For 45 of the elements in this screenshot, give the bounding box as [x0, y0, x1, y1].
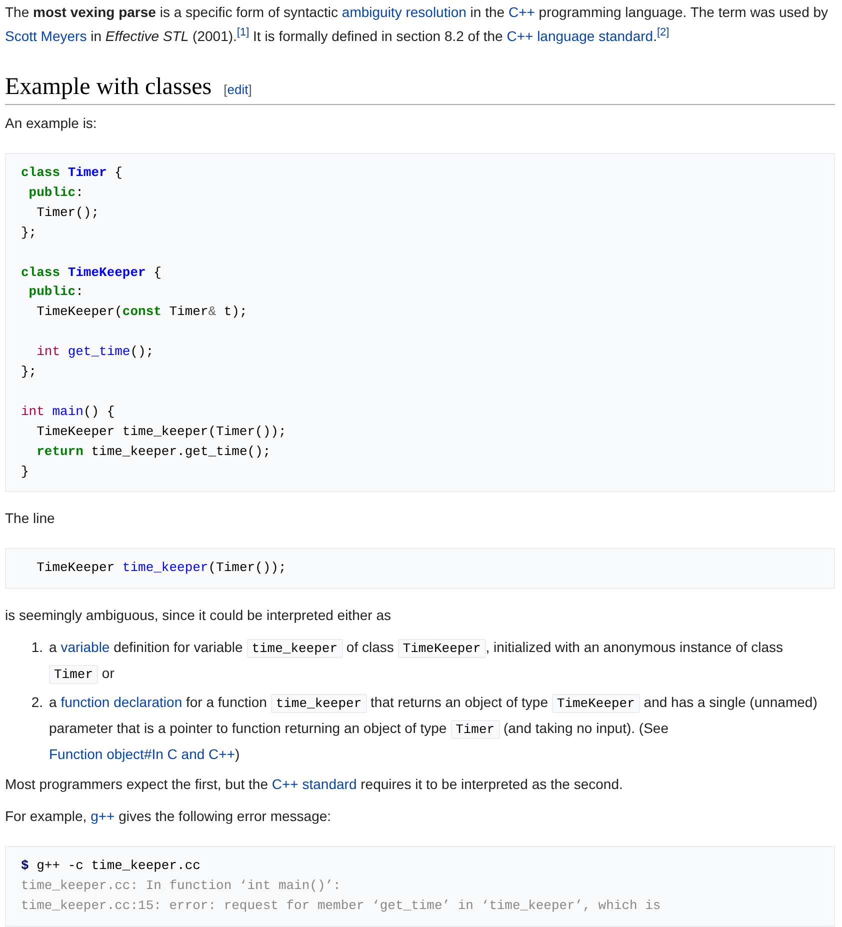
paragraph: is seemingly ambiguous, since it could be interpreted either as: [5, 606, 392, 626]
edit-section-link[interactable]: [edit]: [224, 78, 252, 102]
paragraph: The most vexing parse is a specific form of syntactic ambiguity resolution in the C++ programming language. The term was used by Scott Meyers in Effective STL (2001).$^{[1]}$ It is formally defined in section 8.2 of the C++ language standard.$^{[2]}$: [5, 3, 830, 46]
code-line: int main() {: [21, 402, 115, 421]
code-line: public:: [28, 184, 84, 202]
link[interactable]: ambiguity resolution: [342, 4, 466, 20]
link[interactable]: C++ standard: [272, 776, 357, 792]
code-line: TimeKeeper time_keeper(Timer());: [36, 559, 286, 578]
code-line: $ g++ -c time_keeper.cc: [21, 857, 200, 876]
link[interactable]: function declaration: [60, 694, 182, 710]
code-line: TimeKeeper(const Timer& t);: [36, 303, 248, 322]
code-line: return time_keeper.get_time();: [36, 442, 271, 461]
list-number: 1.: [30, 638, 44, 658]
code-line: time_keeper.cc: In function ‘int main()’:: [21, 877, 341, 896]
link[interactable]: Function object#In C and C++: [49, 746, 236, 762]
paragraph: Most programmers expect the first, but the C++ standard requires it to be interpreted as the second.: [5, 775, 624, 794]
reference-link[interactable]: [2]: [656, 26, 670, 38]
inline-code: Timer: [450, 720, 500, 740]
paragraph: An example is:: [5, 114, 98, 133]
code-line: Timer();: [36, 204, 100, 222]
code-line: }: [21, 462, 29, 481]
code-line: time_keeper.cc:15: error: request for member ‘get_time’ in ‘time_keeper’, which is: [21, 897, 661, 916]
link[interactable]: C++ language standard: [506, 28, 654, 44]
code-line: };: [21, 363, 37, 382]
inline-code: Timer: [49, 665, 98, 684]
code-line: TimeKeeper time_keeper(Timer());: [36, 422, 286, 441]
inline-code: TimeKeeper: [398, 639, 486, 658]
paragraph: The line: [5, 509, 56, 528]
inline-code: TimeKeeper: [552, 694, 640, 714]
list-item-text: a function declaration for a function time_keeper that returns an object of type TimeKeeper and has a single (unnamed) parameter that is a pointer to function returning an object of type Timer (and taking no input). (See Function object#In C and C++): [49, 693, 818, 764]
inline-code: time_keeper: [246, 639, 343, 658]
inline-code: time_keeper: [270, 694, 367, 714]
paragraph: For example, g++ gives the following error message:: [5, 807, 332, 826]
link[interactable]: g++: [90, 808, 115, 824]
link[interactable]: Scott Meyers: [5, 28, 87, 44]
link[interactable]: variable: [60, 639, 110, 656]
list-number: 2.: [30, 693, 44, 712]
code-line: class TimeKeeper {: [21, 264, 162, 282]
code-line: class Timer {: [21, 164, 122, 182]
link[interactable]: C++: [508, 4, 535, 20]
reference-link[interactable]: [1]: [236, 26, 250, 38]
code-line: };: [21, 224, 37, 242]
section-heading: Example with classes: [5, 73, 212, 102]
code-line: public:: [28, 283, 84, 302]
code-line: int get_time();: [36, 343, 154, 362]
